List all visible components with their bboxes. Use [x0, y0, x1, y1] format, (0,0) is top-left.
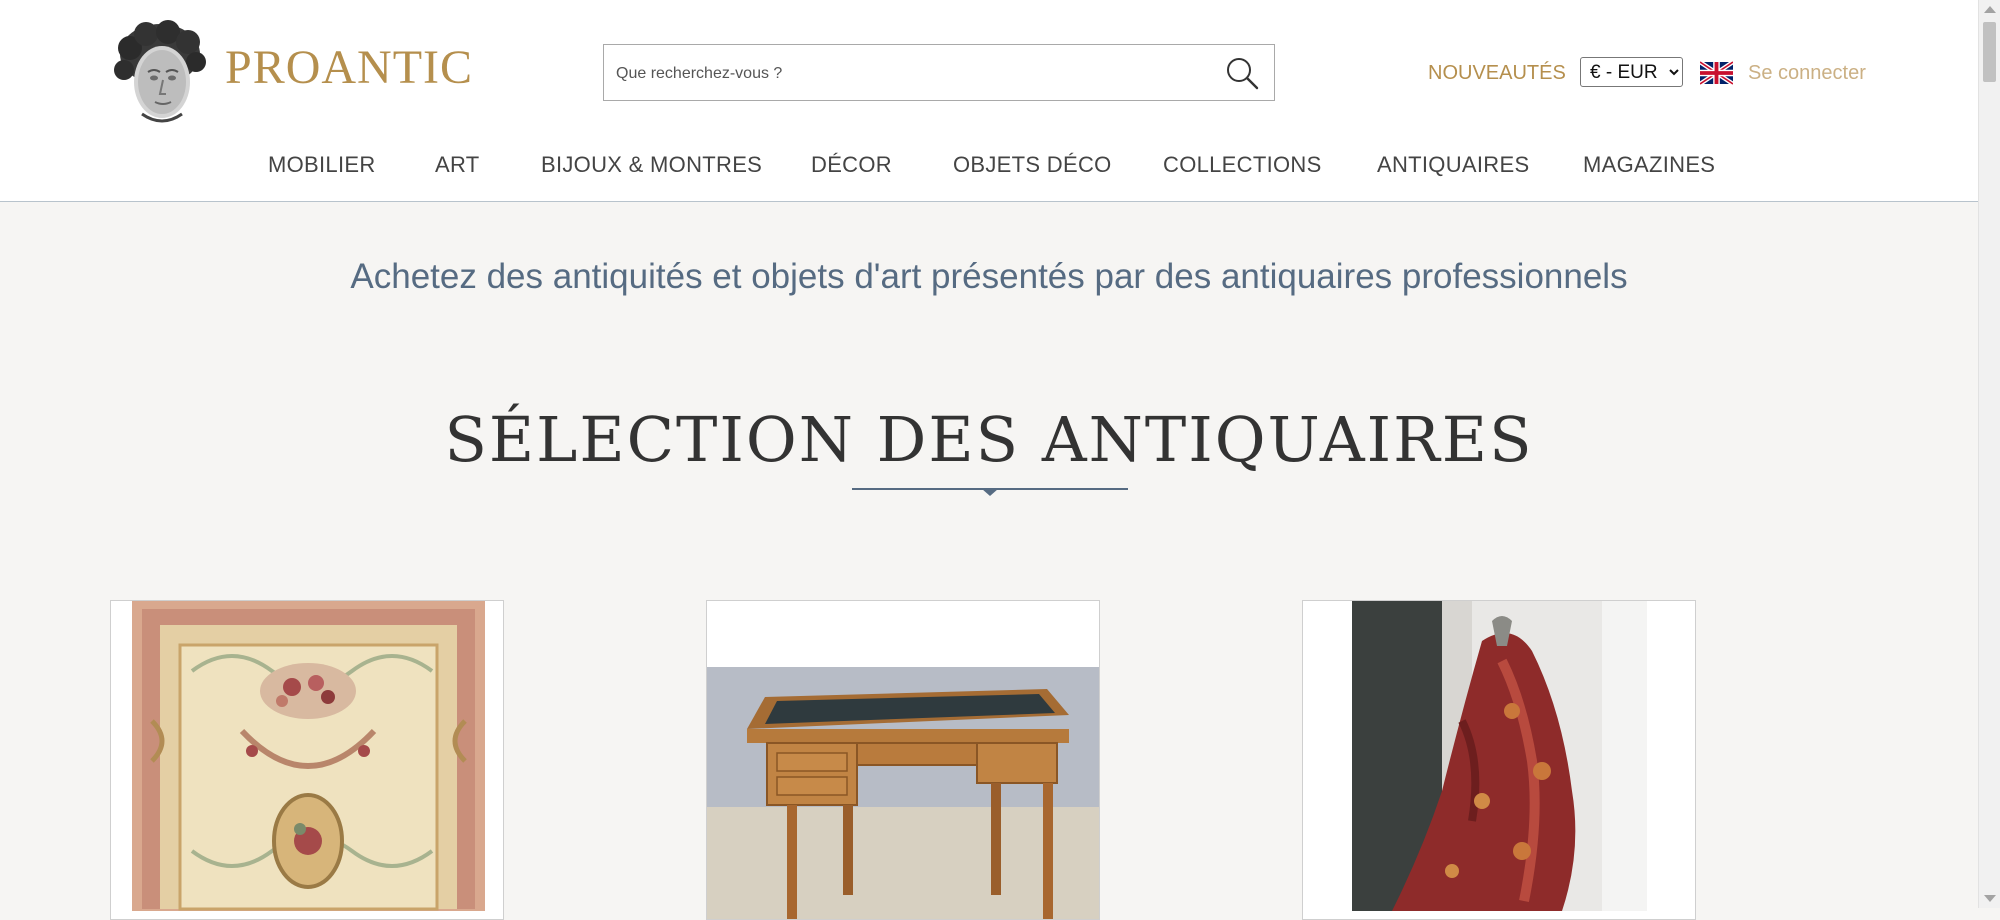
section-title: SÉLECTION DES ANTIQUAIRES: [444, 403, 1534, 476]
nav-item-bijoux-montres[interactable]: BIJOUX & MONTRES: [541, 150, 762, 180]
nav-item-antiquaires[interactable]: ANTIQUAIRES: [1377, 150, 1529, 180]
nouveautes-link[interactable]: NOUVEAUTÉS: [1428, 61, 1566, 85]
logo-text[interactable]: PROANTIC: [225, 44, 473, 92]
currency-select[interactable]: € - EUR: [1580, 57, 1683, 87]
tagline: Achetez des antiquités et objets d'art p…: [350, 257, 1628, 296]
search-icon[interactable]: [1224, 55, 1260, 91]
nav-item-art[interactable]: ART: [435, 150, 480, 180]
main-nav: MOBILIER ART BIJOUX & MONTRES DÉCOR OBJE…: [0, 150, 1978, 180]
scroll-up-icon[interactable]: [1984, 6, 1996, 13]
aubusson-rug-image: [132, 601, 485, 911]
product-card[interactable]: [110, 600, 504, 920]
product-card[interactable]: [1302, 600, 1696, 920]
page-scrollbar[interactable]: [1978, 0, 2000, 908]
product-card[interactable]: [706, 600, 1100, 920]
paisley-shawl-image: [1352, 601, 1647, 911]
search-box: [603, 44, 1275, 102]
scrollbar-thumb[interactable]: [1983, 22, 1996, 82]
writing-desk-image: [707, 667, 1099, 919]
site-header: PROANTIC NOUVEAUTÉS € - EUR Se connecter…: [0, 0, 1978, 202]
uk-flag-icon[interactable]: [1700, 61, 1733, 85]
nav-item-decor[interactable]: DÉCOR: [811, 150, 892, 180]
logo-head-icon[interactable]: [112, 20, 208, 124]
scroll-down-icon[interactable]: [1984, 895, 1996, 902]
search-input[interactable]: [614, 45, 1208, 102]
nav-item-mobilier[interactable]: MOBILIER: [268, 150, 376, 180]
nav-item-collections[interactable]: COLLECTIONS: [1163, 150, 1322, 180]
nav-item-objets-deco[interactable]: OBJETS DÉCO: [953, 150, 1112, 180]
login-link[interactable]: Se connecter: [1748, 61, 1866, 85]
title-divider: [852, 488, 1128, 496]
nav-item-magazines[interactable]: MAGAZINES: [1583, 150, 1715, 180]
